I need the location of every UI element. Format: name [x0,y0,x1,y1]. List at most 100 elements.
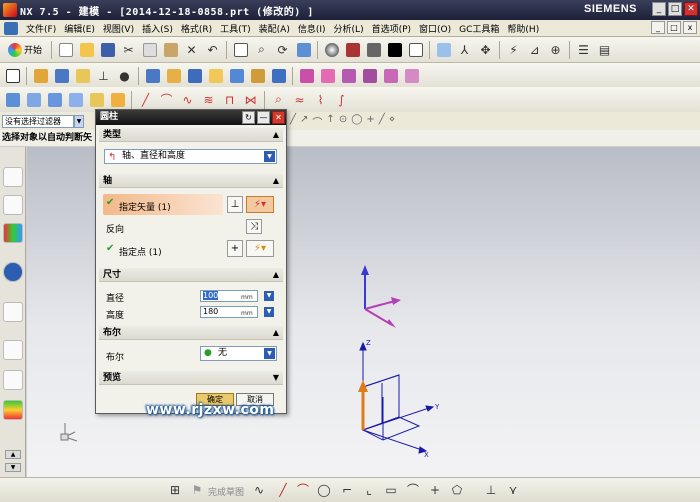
close-window-button[interactable]: ✕ [684,2,698,16]
diameter-input[interactable]: 100 mm [200,290,258,302]
pattern-icon[interactable] [381,66,400,85]
arc-icon[interactable]: ⌒ [157,90,176,109]
maximize-button[interactable]: □ [668,2,682,16]
pad-icon[interactable] [206,66,225,85]
expand-icon[interactable]: ▼ [273,371,279,385]
collapse-icon[interactable]: ▲ [273,174,279,188]
menu-gc-toolbox[interactable]: GC工具箱 [455,22,503,35]
snap-center-icon[interactable]: ⊙ [339,114,347,129]
background-icon[interactable] [385,40,404,59]
edge-display-icon[interactable] [343,40,362,59]
dialog-minimize-button[interactable]: — [257,111,270,124]
menu-file[interactable]: 文件(F) [22,22,60,35]
trim-body-icon[interactable] [108,90,127,109]
options-icon[interactable]: ☰ [574,40,593,59]
menu-view[interactable]: 视图(V) [99,22,138,35]
snap-face-icon[interactable]: ⋄ [389,114,395,129]
constraint-icon[interactable]: ⊥ [484,483,498,497]
wcs-icon[interactable]: ⅄ [455,40,474,59]
point-icon[interactable]: ● [115,66,134,85]
customize-icon[interactable]: ▤ [595,40,614,59]
vector-dialog-button[interactable]: ⊥ [227,196,243,213]
chamfer-icon[interactable]: ⌞ [362,483,376,497]
history-icon[interactable] [3,302,23,322]
menu-assembly[interactable]: 装配(A) [255,22,294,35]
sketch-icon[interactable] [3,66,22,85]
scroll-down-button[interactable]: ▼ [5,463,21,472]
project-curve-icon[interactable]: ⊓ [220,90,239,109]
menu-information[interactable]: 信息(I) [294,22,330,35]
menu-edit[interactable]: 编辑(E) [60,22,99,35]
fit-view-icon[interactable] [231,40,250,59]
groove-icon[interactable] [248,66,267,85]
scroll-up-button[interactable]: ▲ [5,450,21,459]
collapse-icon[interactable]: ▲ [273,326,279,340]
finish-sketch-icon[interactable]: ⚑ [190,483,204,497]
intersect-curve-icon[interactable]: ⋈ [241,90,260,109]
reset-button[interactable]: ↻ [242,111,255,124]
helix-icon[interactable]: ⌇ [311,90,330,109]
menu-preferences[interactable]: 首选项(P) [368,22,415,35]
snap-midpoint-icon[interactable]: ↗ [300,114,308,129]
type-section-header[interactable]: 类型 ▲ [99,128,283,142]
chevron-down-icon[interactable]: ▼ [264,307,274,317]
new-file-icon[interactable] [56,40,75,59]
system-materials-icon[interactable] [3,370,23,390]
boolean-section-header[interactable]: 布尔 ▲ [99,326,283,340]
height-input[interactable]: 180 mm [200,306,258,318]
doc-minimize-button[interactable]: _ [651,21,665,34]
menu-analysis[interactable]: 分析(L) [330,22,368,35]
datum-axis-icon[interactable]: ⊥ [94,66,113,85]
paste-icon[interactable] [161,40,180,59]
analysis-icon[interactable]: ⚡ [504,40,523,59]
start-button[interactable]: 开始 [3,42,47,58]
circle-icon[interactable]: ◯ [317,483,331,497]
line-icon[interactable]: ╱ [276,483,290,497]
measure-icon[interactable]: ⊿ [525,40,544,59]
axis-section-header[interactable]: 轴 ▲ [99,174,283,188]
dialog-close-button[interactable]: ✕ [272,111,285,124]
assembly-navigator-icon[interactable] [3,167,23,187]
palette-icon[interactable] [3,400,23,420]
draft-icon[interactable] [360,66,379,85]
shell-icon[interactable] [339,66,358,85]
copy-icon[interactable] [140,40,159,59]
surface-icon[interactable] [3,90,22,109]
sketch-icon[interactable]: ⊞ [168,483,182,497]
fillet-icon[interactable]: ⌐ [340,483,354,497]
type-select[interactable]: ↰ 轴、直径和高度 ▼ [104,149,277,164]
spline-icon[interactable]: ∿ [178,90,197,109]
mirror-icon[interactable] [402,66,421,85]
zoom-icon[interactable]: ⌕ [252,40,271,59]
hidden-edge-icon[interactable] [364,40,383,59]
render-style-icon[interactable] [322,40,341,59]
snap-quadrant-icon[interactable]: ◯ [351,114,362,129]
chevron-down-icon[interactable]: ▼ [74,114,84,128]
text-curve-icon[interactable]: ∫ [332,90,351,109]
constraint-navigator-icon[interactable] [3,195,23,215]
offset-surface-icon[interactable] [87,90,106,109]
part-navigator-icon[interactable] [3,223,23,243]
vector-type-select[interactable]: ⚡▾ [246,196,274,213]
snap-endpoint-icon[interactable]: ╱ [290,114,296,129]
snap-intersection-icon[interactable]: ↑ [326,114,334,129]
unite-icon[interactable] [269,66,288,85]
pocket-icon[interactable] [185,66,204,85]
extrude-icon[interactable] [31,66,50,85]
datum-plane-icon[interactable] [73,66,92,85]
rectangle-icon[interactable]: ▭ [384,483,398,497]
chevron-down-icon[interactable]: ▼ [264,348,275,359]
collapse-icon[interactable]: ▲ [273,268,279,282]
menu-window[interactable]: 窗口(O) [415,22,455,35]
revolve-icon[interactable] [52,66,71,85]
undo-icon[interactable]: ↶ [203,40,222,59]
rotate-icon[interactable]: ⟳ [273,40,292,59]
chevron-down-icon[interactable]: ▼ [264,151,275,162]
clock-icon[interactable] [3,340,23,360]
menu-tools[interactable]: 工具(T) [216,22,255,35]
auto-constraint-icon[interactable]: ⋎ [506,483,520,497]
curve-analysis-icon[interactable]: ⌕ [269,90,288,109]
snap-tangent-icon[interactable]: ╱ [379,114,385,129]
arc-icon[interactable]: ⌒ [296,483,310,497]
save-icon[interactable] [98,40,117,59]
